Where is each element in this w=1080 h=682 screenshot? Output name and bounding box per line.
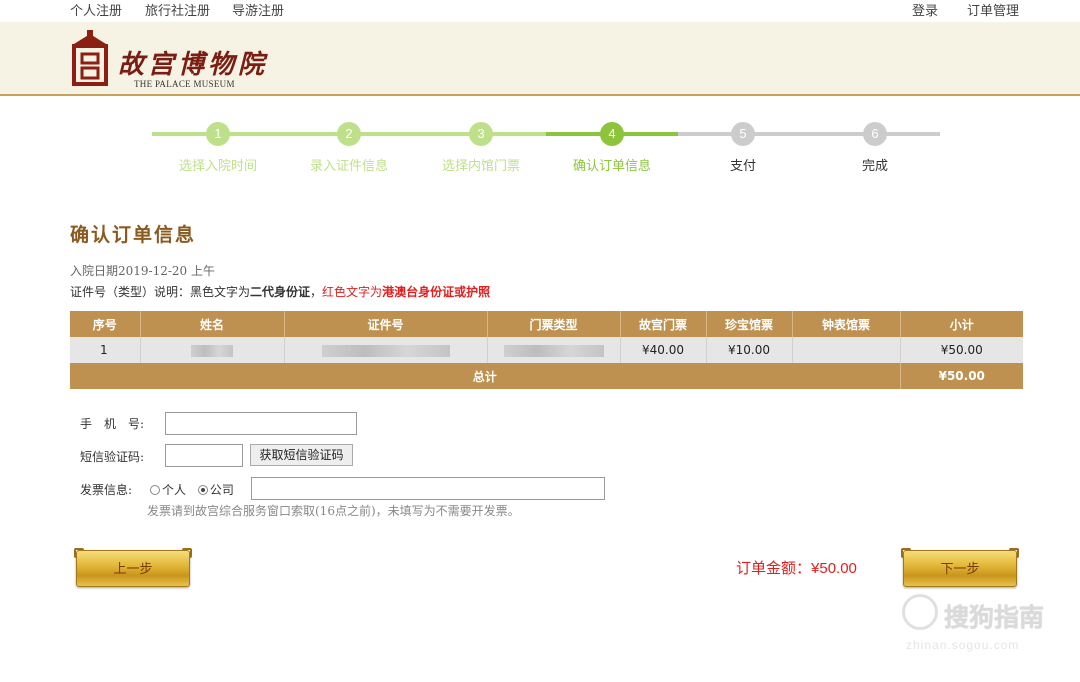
order-amount-label: 订单金额： xyxy=(736,559,812,577)
table-header-row: 序号 姓名 证件号 门票类型 故宫门票 珍宝馆票 钟表馆票 小计 xyxy=(70,311,1023,337)
next-step-button[interactable]: 下一步 xyxy=(901,548,1019,587)
step-6-circle: 6 xyxy=(863,122,887,146)
watermark-url: zhinan.sogou.com xyxy=(906,638,1020,652)
step-3-label: 选择内馆门票 xyxy=(441,159,520,174)
login-link[interactable]: 登录 xyxy=(912,0,938,19)
sogou-logo-icon xyxy=(902,594,938,630)
watermark-text: 搜狗指南 xyxy=(944,603,1045,632)
site-header: 故宫博物院 THE PALACE MUSEUM xyxy=(0,22,1080,96)
col-header: 姓名 xyxy=(140,311,285,337)
invoice-options: 个人 公司 xyxy=(150,481,234,498)
cell-treasure-ticket: ¥10.00 xyxy=(706,337,793,363)
sms-code-input[interactable] xyxy=(165,444,243,467)
cell-name-blurred xyxy=(140,337,285,363)
progress-steps: 1 2 3 4 5 6 选择入院时间 录入证件信息 选择内馆门票 确认订单信息 … xyxy=(0,96,1080,196)
order-table: 序号 姓名 证件号 门票类型 故宫门票 珍宝馆票 钟表馆票 小计 1 ¥40.0… xyxy=(70,311,1023,389)
agency-register-link[interactable]: 旅行社注册 xyxy=(145,0,210,19)
step-2-label: 录入证件信息 xyxy=(309,159,388,174)
sms-code-label: 短信验证码: xyxy=(80,450,145,464)
logo-chinese: 故宫博物院 xyxy=(118,50,269,80)
id-type-note: 证件号（类型）说明：黑色文字为二代身份证，红色文字为港澳台身份证或护照 xyxy=(70,283,490,300)
cell-no: 1 xyxy=(70,337,141,363)
step-1-label: 选择入院时间 xyxy=(178,159,257,174)
logo-english: THE PALACE MUSEUM xyxy=(134,79,235,89)
visit-date: 入院日期2019-12-20 上午 xyxy=(70,264,216,278)
invoice-label: 发票信息: xyxy=(80,483,133,497)
id-note-comma: ， xyxy=(310,285,323,299)
radio-personal-label: 个人 xyxy=(162,483,187,497)
step-1-circle: 1 xyxy=(206,122,230,146)
col-header: 小计 xyxy=(900,311,1023,337)
guide-register-link[interactable]: 导游注册 xyxy=(232,0,284,19)
radio-company[interactable] xyxy=(197,485,208,495)
col-header: 门票类型 xyxy=(487,311,621,337)
step-5-circle: 5 xyxy=(731,122,755,146)
invoice-note: 发票请到故宫综合服务窗口索取(16点之前)，未填写为不需要开发票。 xyxy=(147,504,520,518)
col-header: 证件号 xyxy=(284,311,488,337)
total-value: ¥50.00 xyxy=(900,363,1023,389)
col-header: 序号 xyxy=(70,311,141,337)
order-management-link[interactable]: 订单管理 xyxy=(967,0,1019,19)
radio-personal[interactable] xyxy=(150,485,160,495)
id-note-red-prefix: 红色文字为 xyxy=(322,285,383,299)
step-4-circle: 4 xyxy=(600,122,624,146)
phone-label: 手 机 号: xyxy=(80,417,145,431)
sogou-watermark: 搜狗指南 zhinan.sogou.com xyxy=(900,592,1070,662)
cell-subtotal: ¥50.00 xyxy=(900,337,1023,363)
cell-palace-ticket: ¥40.00 xyxy=(620,337,707,363)
total-label: 总计 xyxy=(70,363,901,389)
total-row: 总计 ¥50.00 xyxy=(70,363,1023,389)
phone-input[interactable] xyxy=(165,412,357,435)
step-2-circle: 2 xyxy=(337,122,361,146)
col-header: 钟表馆票 xyxy=(792,311,901,337)
step-3-circle: 3 xyxy=(469,122,493,146)
step-5-label: 支付 xyxy=(729,159,756,174)
invoice-title-input[interactable] xyxy=(251,477,605,500)
table-row: 1 ¥40.00 ¥10.00 ¥50.00 xyxy=(70,337,1023,363)
col-header: 珍宝馆票 xyxy=(706,311,793,337)
radio-company-label: 公司 xyxy=(209,483,234,497)
cell-clock-ticket xyxy=(792,337,901,363)
id-note-red: 港澳台身份证或护照 xyxy=(382,285,491,299)
id-note-prefix: 证件号（类型）说明：黑色文字为 xyxy=(70,285,251,299)
palace-seal-icon xyxy=(72,30,108,86)
cell-type-blurred xyxy=(487,337,621,363)
page-title: 确认订单信息 xyxy=(70,224,197,246)
top-nav-bar: 个人注册 旅行社注册 导游注册 登录 订单管理 xyxy=(0,0,1080,22)
order-amount: 订单金额：¥50.00 xyxy=(736,557,857,578)
prev-step-button[interactable]: 上一步 xyxy=(74,548,192,587)
step-4-label: 确认订单信息 xyxy=(572,159,651,174)
order-amount-value: ¥50.00 xyxy=(811,560,857,577)
step-6-label: 完成 xyxy=(861,159,888,174)
personal-register-link[interactable]: 个人注册 xyxy=(70,0,122,19)
cell-id-blurred xyxy=(284,337,488,363)
col-header: 故宫门票 xyxy=(620,311,707,337)
id-note-black: 二代身份证 xyxy=(250,285,311,299)
get-sms-code-button[interactable]: 获取短信验证码 xyxy=(250,444,353,466)
